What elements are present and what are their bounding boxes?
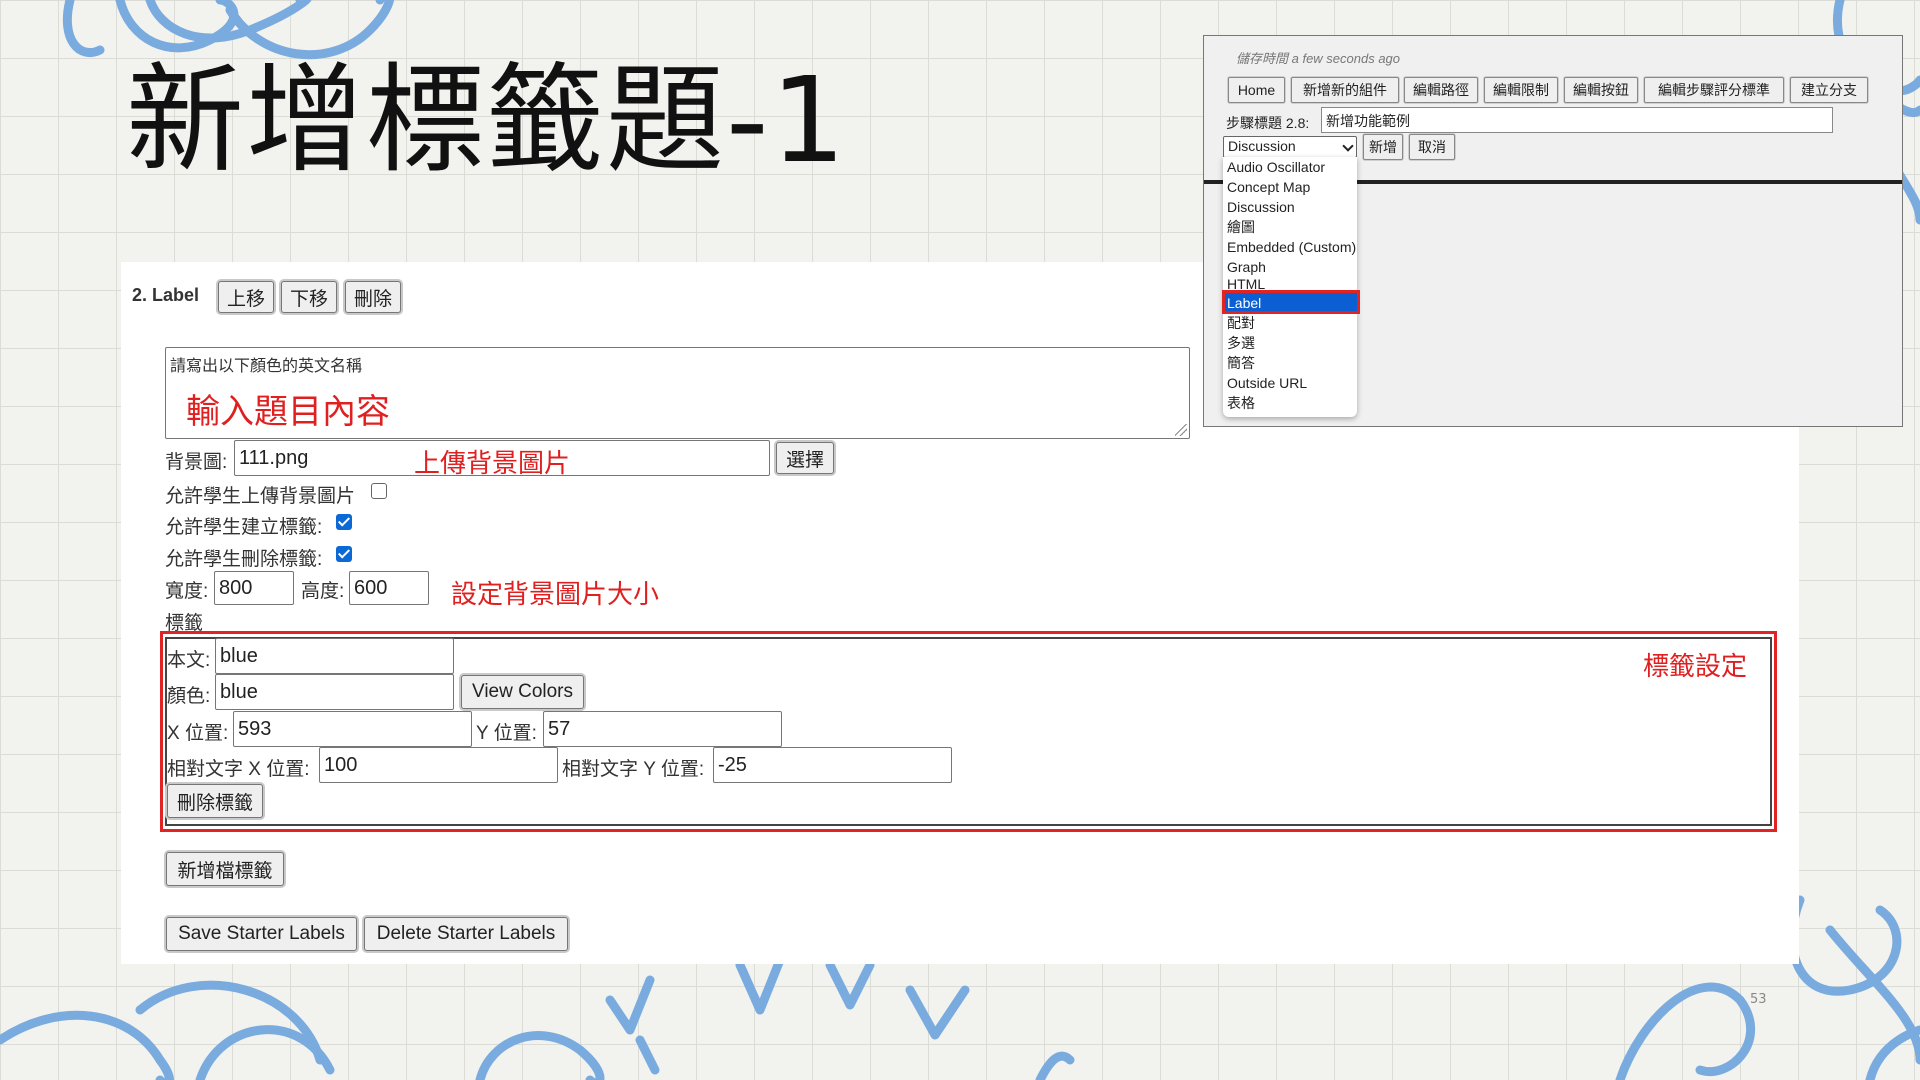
allow-upload-checkbox[interactable]: [371, 483, 387, 499]
width-label: 寬度:: [165, 581, 209, 602]
width-input[interactable]: 800: [214, 571, 294, 605]
section-title: 2. Label: [132, 285, 200, 305]
option-open-response[interactable]: 簡答: [1223, 353, 1357, 373]
save-starter-labels-button[interactable]: Save Starter Labels: [166, 917, 357, 951]
label-text-input[interactable]: blue: [215, 638, 454, 674]
relative-y-input[interactable]: -25: [713, 747, 952, 783]
note-prompt-content: 輸入題目內容: [186, 393, 390, 431]
choose-button[interactable]: 選擇: [776, 442, 834, 474]
resize-handle-icon[interactable]: [1175, 424, 1187, 436]
delete-label-button[interactable]: 刪除標籤: [167, 784, 263, 818]
toolbar-add-component-button[interactable]: 新增新的組件: [1291, 77, 1399, 103]
option-table[interactable]: 表格: [1223, 393, 1357, 413]
add-label-button[interactable]: 新增檔標籤: [166, 852, 284, 886]
option-concept-map[interactable]: Concept Map: [1223, 177, 1357, 197]
allow-create-checkbox[interactable]: [336, 514, 352, 530]
component-type-select[interactable]: Discussion: [1223, 136, 1357, 158]
label-color-label: 顏色:: [167, 686, 211, 707]
delete-starter-labels-button[interactable]: Delete Starter Labels: [364, 917, 568, 951]
toolbar-edit-constraints-button[interactable]: 編輯限制: [1484, 77, 1558, 103]
move-down-button[interactable]: 下移: [281, 281, 337, 313]
option-discussion[interactable]: Discussion: [1223, 197, 1357, 217]
label-color-input[interactable]: blue: [215, 674, 454, 710]
option-outside-url[interactable]: Outside URL: [1223, 373, 1357, 393]
option-draw[interactable]: 繪圖: [1223, 217, 1357, 237]
page-number: 53: [1750, 992, 1767, 1007]
relative-y-label: 相對文字 Y 位置:: [562, 759, 705, 780]
allow-create-label: 允許學生建立標籤:: [165, 517, 323, 538]
option-audio-oscillator[interactable]: Audio Oscillator: [1223, 157, 1357, 177]
move-up-button[interactable]: 上移: [218, 281, 274, 313]
toolbar-edit-buttons-button[interactable]: 編輯按鈕: [1564, 77, 1638, 103]
allow-upload-label: 允許學生上傳背景圖片: [165, 486, 356, 507]
y-position-input[interactable]: 57: [543, 711, 782, 747]
note-upload-background: 上傳背景圖片: [414, 448, 571, 478]
delete-button[interactable]: 刪除: [345, 281, 401, 313]
component-type-dropdown: Audio Oscillator Concept Map Discussion …: [1223, 157, 1357, 417]
allow-delete-label: 允許學生刪除標籤:: [165, 549, 323, 570]
slide-title: 新增標籤題-1: [126, 51, 848, 189]
x-position-input[interactable]: 593: [233, 711, 472, 747]
relative-x-label: 相對文字 X 位置:: [167, 759, 310, 780]
background-label: 背景圖:: [165, 452, 228, 473]
label-text-label: 本文:: [167, 650, 211, 671]
label-option-highlight: [1222, 290, 1360, 314]
cancel-button[interactable]: 取消: [1409, 134, 1455, 160]
toolbar-home-button[interactable]: Home: [1228, 77, 1285, 103]
x-position-label: X 位置:: [167, 723, 229, 744]
height-label: 高度:: [301, 581, 345, 602]
saved-time-text: 儲存時間 a few seconds ago: [1236, 51, 1401, 66]
note-label-settings: 標籤設定: [1643, 651, 1748, 681]
prompt-text: 請寫出以下顏色的英文名稱: [170, 358, 363, 375]
relative-x-input[interactable]: 100: [319, 747, 558, 783]
toolbar-edit-rubric-button[interactable]: 編輯步驟評分標準: [1644, 77, 1784, 103]
option-match[interactable]: 配對: [1223, 313, 1357, 333]
view-colors-button[interactable]: View Colors: [461, 675, 584, 709]
add-component-button[interactable]: 新增: [1363, 134, 1403, 160]
chevron-down-icon: [1342, 140, 1354, 152]
allow-delete-checkbox[interactable]: [336, 546, 352, 562]
note-background-size: 設定背景圖片大小: [451, 579, 660, 609]
option-embedded[interactable]: Embedded (Custom): [1223, 237, 1357, 257]
authoring-inset: 儲存時間 a few seconds ago Home 新增新的組件 編輯路徑 …: [1203, 35, 1903, 427]
select-value: Discussion: [1228, 138, 1296, 154]
height-input[interactable]: 600: [349, 571, 429, 605]
step-title-label: 步驟標題 2.8:: [1226, 115, 1310, 131]
y-position-label: Y 位置:: [476, 723, 537, 744]
option-multiple-choice[interactable]: 多選: [1223, 333, 1357, 353]
step-title-input[interactable]: 新增功能範例: [1321, 107, 1833, 133]
toolbar-edit-path-button[interactable]: 編輯路徑: [1404, 77, 1478, 103]
toolbar-create-branch-button[interactable]: 建立分支: [1790, 77, 1868, 103]
